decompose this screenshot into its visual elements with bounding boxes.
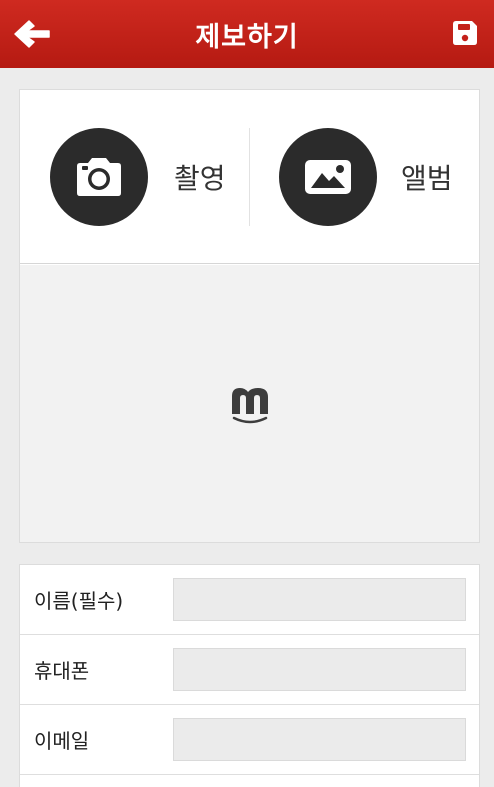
back-button[interactable] <box>13 16 51 52</box>
name-label: 이름(필수) <box>34 589 124 613</box>
capture-actions: 촬영 앨범 <box>20 90 479 264</box>
camera-button[interactable]: 촬영 <box>50 128 226 226</box>
camera-label: 촬영 <box>174 162 226 195</box>
form-row-phone: 휴대폰 <box>20 635 479 705</box>
photo-preview[interactable] <box>20 265 479 542</box>
m-logo-icon <box>231 387 268 423</box>
phone-input[interactable] <box>173 648 466 691</box>
album-circle <box>279 128 377 226</box>
report-screen: 제보하기 촬영 앨범 이름(필수) 휴대폰 이메일 <box>0 0 494 787</box>
form-row-email: 이메일 <box>20 705 479 775</box>
album-button[interactable]: 앨범 <box>279 128 453 226</box>
name-input[interactable] <box>173 578 466 621</box>
camera-circle <box>50 128 148 226</box>
save-button[interactable] <box>448 15 482 51</box>
email-input[interactable] <box>173 718 466 761</box>
floppy-disk-icon <box>453 21 477 45</box>
actions-divider <box>249 128 250 226</box>
album-label: 앨범 <box>401 162 453 195</box>
form-row-name: 이름(필수) <box>20 565 479 635</box>
page-title: 제보하기 <box>195 21 299 53</box>
phone-label: 휴대폰 <box>34 659 90 683</box>
camera-icon <box>77 158 121 196</box>
image-icon <box>305 160 351 194</box>
arrow-left-icon <box>14 20 50 48</box>
capture-card: 촬영 앨범 <box>19 89 480 543</box>
app-header: 제보하기 <box>0 0 494 68</box>
reporter-form: 이름(필수) 휴대폰 이메일 <box>19 564 480 787</box>
email-label: 이메일 <box>34 729 90 753</box>
